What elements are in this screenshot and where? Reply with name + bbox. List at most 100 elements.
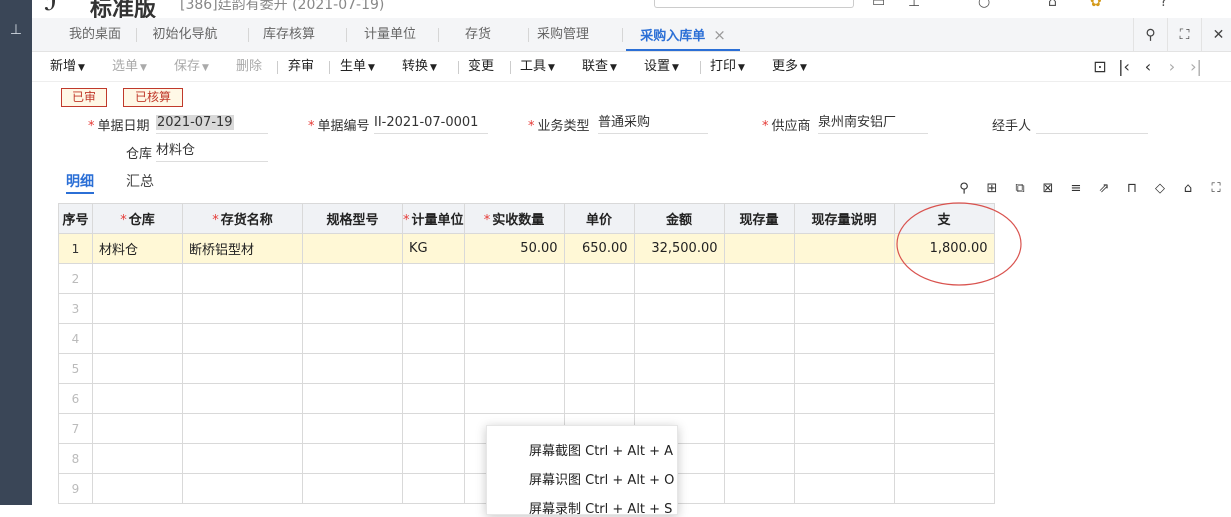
grid-cell[interactable] (182, 263, 303, 294)
location-icon[interactable]: ⚲ (955, 180, 973, 198)
grid-cell[interactable] (893, 263, 995, 294)
fullscreen-icon[interactable]: ⛶ (1167, 18, 1201, 52)
date-field[interactable]: 2021-07-19 (156, 114, 268, 134)
grid-cell[interactable] (302, 383, 403, 414)
last-record-icon[interactable]: ›| (1186, 52, 1206, 82)
grid-cell[interactable] (793, 443, 895, 474)
grid-cell[interactable] (302, 263, 403, 294)
grid-cell[interactable] (302, 293, 403, 324)
batch-edit-icon[interactable]: ≡ (1067, 180, 1085, 198)
table-row[interactable]: 6 (58, 383, 995, 414)
tab-inventory-costing[interactable]: 库存核算 (248, 18, 330, 52)
grid-cell[interactable] (402, 383, 465, 414)
grid-cell[interactable] (402, 353, 465, 384)
grid-cell[interactable] (793, 293, 895, 324)
next-record-icon[interactable]: › (1162, 52, 1182, 82)
grid-cell[interactable] (893, 443, 995, 474)
grid-cell[interactable] (302, 323, 403, 354)
unaudit-button[interactable]: 弃审 (288, 52, 314, 82)
grid-cell[interactable] (402, 263, 465, 294)
global-search-input[interactable] (654, 0, 854, 8)
linked-query-button[interactable]: 联查 ▼ (582, 52, 617, 82)
cell-stock[interactable] (723, 233, 795, 264)
settings-button[interactable]: 设置 ▼ (644, 52, 679, 82)
split-icon[interactable]: ⊓ (1123, 180, 1141, 198)
save-button[interactable]: 保存 ▼ (174, 52, 209, 82)
cell-unit[interactable]: KG (402, 233, 465, 264)
locate-doc-icon[interactable]: ⊡ (1090, 52, 1110, 82)
grid-cell[interactable] (723, 443, 795, 474)
col-header-zhi[interactable]: 支 (893, 203, 995, 234)
grid-cell[interactable] (633, 353, 725, 384)
grid-cell[interactable] (633, 293, 725, 324)
tab-stock-item[interactable]: 存货 (438, 18, 518, 52)
docno-field[interactable]: II-2021-07-0001 (374, 114, 488, 134)
grid-cell[interactable] (893, 353, 995, 384)
copy-row-icon[interactable]: ⧉ (1011, 180, 1029, 198)
tab-unit[interactable]: 计量单位 (348, 18, 432, 52)
grid-cell[interactable] (793, 263, 895, 294)
change-button[interactable]: 变更 (468, 52, 494, 82)
close-icon[interactable]: × (713, 26, 726, 44)
avatar[interactable]: ✿ (1090, 0, 1102, 10)
add-row-icon[interactable]: ⊞ (983, 180, 1001, 198)
grid-cell[interactable] (463, 323, 565, 354)
tab-purchase-receipt[interactable]: 采购入库单 × (626, 18, 740, 51)
warehouse-field[interactable]: 材料仓 (156, 142, 268, 162)
table-row[interactable]: 4 (58, 323, 995, 354)
table-row[interactable]: 3 (58, 293, 995, 324)
grid-cell[interactable] (893, 473, 995, 504)
grid-cell[interactable] (402, 323, 465, 354)
grid-cell[interactable] (92, 353, 183, 384)
grid-cell[interactable] (463, 383, 565, 414)
menu-item-screenshot[interactable]: 屏幕截图 Ctrl + Alt + A (529, 440, 673, 459)
grid-cell[interactable] (793, 323, 895, 354)
biztype-field[interactable]: 普通采购 (598, 114, 708, 134)
grid-cell[interactable] (893, 383, 995, 414)
col-header-spec[interactable]: 规格型号 (302, 203, 403, 234)
tag-icon[interactable]: ◇ (1151, 180, 1169, 198)
cell-stock-note[interactable] (793, 233, 895, 264)
tab-init-nav[interactable]: 初始化导航 (138, 18, 232, 52)
delete-button[interactable]: 删除 (236, 52, 262, 82)
grid-cell[interactable] (793, 413, 895, 444)
grid-cell[interactable] (402, 473, 465, 504)
supplier-field[interactable]: 泉州南安铝厂 (818, 114, 928, 134)
col-header-amount[interactable]: 金额 (633, 203, 725, 234)
grid-cell[interactable] (182, 383, 303, 414)
grid-cell[interactable] (723, 293, 795, 324)
message-icon[interactable]: ○ (978, 0, 990, 10)
cell-spec[interactable] (302, 233, 403, 264)
cell-item-name[interactable]: 断桥铝型材 (182, 233, 303, 264)
table-row[interactable]: 1 材料仓 断桥铝型材 KG 50.00 650.00 32,500.00 1,… (58, 233, 995, 264)
grid-cell[interactable] (793, 383, 895, 414)
more-button[interactable]: 更多 ▼ (772, 52, 807, 82)
grid-cell[interactable] (723, 473, 795, 504)
grid-cell[interactable] (402, 293, 465, 324)
grid-cell[interactable] (793, 353, 895, 384)
grid-cell[interactable] (92, 293, 183, 324)
grid-cell[interactable] (723, 383, 795, 414)
grid-cell[interactable] (92, 443, 183, 474)
grid-cell[interactable] (563, 293, 635, 324)
grid-cell[interactable] (723, 263, 795, 294)
grid-cell[interactable] (302, 473, 403, 504)
expand-icon[interactable]: ⛶ (1207, 180, 1225, 198)
chart-icon[interactable]: ⊥ (908, 0, 920, 10)
grid-cell[interactable] (463, 293, 565, 324)
cell-zhi[interactable]: 1,800.00 (893, 233, 995, 264)
grid-cell[interactable] (893, 323, 995, 354)
tab-summary[interactable]: 汇总 (126, 170, 154, 194)
tab-detail[interactable]: 明细 (66, 170, 94, 194)
grid-cell[interactable] (92, 413, 183, 444)
grid-cell[interactable] (92, 323, 183, 354)
tab-desktop[interactable]: 我的桌面 (54, 18, 136, 52)
menu-item-screen-ocr[interactable]: 屏幕识图 Ctrl + Alt + O (529, 469, 674, 488)
grid-cell[interactable] (563, 263, 635, 294)
first-record-icon[interactable]: |‹ (1114, 52, 1134, 82)
warehouse-icon[interactable]: ⌂ (1179, 180, 1197, 198)
grid-cell[interactable] (92, 473, 183, 504)
col-header-item-name[interactable]: * 存货名称 (182, 203, 303, 234)
select-order-button[interactable]: 选单 ▼ (112, 52, 147, 82)
grid-cell[interactable] (302, 353, 403, 384)
